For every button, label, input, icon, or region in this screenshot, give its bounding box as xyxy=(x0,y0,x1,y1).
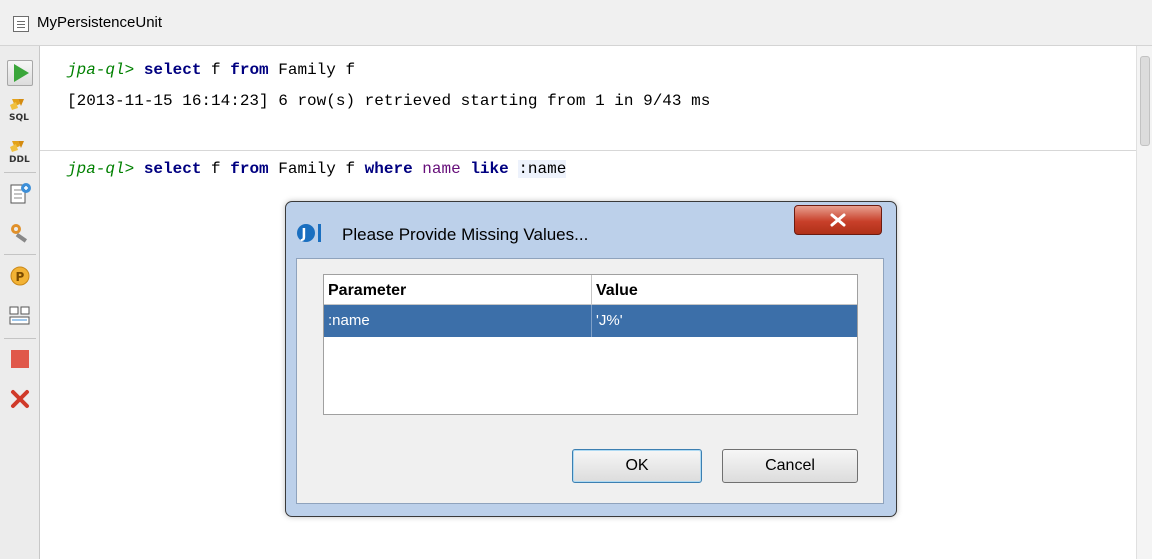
missing-values-dialog: J Please Provide Missing Values... Param… xyxy=(285,201,897,517)
result-line: [2013-11-15 16:14:23] 6 row(s) retrieved… xyxy=(67,92,710,110)
settings-icon[interactable] xyxy=(7,220,33,246)
dialog-title: Please Provide Missing Values... xyxy=(342,225,589,244)
output-divider xyxy=(40,150,1136,151)
query-text: Family f xyxy=(268,61,356,79)
value-cell[interactable]: 'J%' xyxy=(592,305,857,337)
result-text: [2013-11-15 16:14:23] 6 row(s) retrieved… xyxy=(67,92,711,110)
keyword: like xyxy=(470,160,509,178)
prompt: jpa-ql> xyxy=(67,61,135,79)
keyword: from xyxy=(230,160,269,178)
ddl-icon[interactable]: DDL xyxy=(7,138,33,164)
column-header-parameter[interactable]: Parameter xyxy=(324,275,592,305)
svg-text:J: J xyxy=(301,227,307,242)
svg-text:DDL: DDL xyxy=(9,155,30,164)
query-text: f xyxy=(201,160,231,178)
parameters-icon[interactable]: P xyxy=(7,263,33,289)
prompt: jpa-ql> xyxy=(67,160,135,178)
stop-icon[interactable] xyxy=(7,346,33,372)
query-text: f xyxy=(201,61,231,79)
console-toolbar: SQL DDL P xyxy=(0,46,40,559)
table-row[interactable]: :name 'J%' xyxy=(324,305,857,337)
keyword: select xyxy=(143,160,202,178)
close-icon[interactable] xyxy=(7,386,33,412)
dialog-close-button[interactable] xyxy=(794,205,882,235)
ok-button[interactable]: OK xyxy=(572,449,702,483)
query-line-1: jpa-ql> select f from Family f xyxy=(67,61,355,79)
parameters-table[interactable]: Parameter Value :name 'J%' xyxy=(323,274,858,415)
layout-icon[interactable] xyxy=(7,302,33,328)
query-text: Family f xyxy=(268,160,365,178)
console-icon xyxy=(13,16,29,32)
title-bar: MyPersistenceUnit xyxy=(0,0,1152,46)
scrollbar-thumb[interactable] xyxy=(1140,56,1150,146)
intellij-logo-icon: J xyxy=(296,222,326,244)
keyword: select xyxy=(143,61,202,79)
keyword: from xyxy=(230,61,269,79)
export-icon[interactable] xyxy=(7,180,33,206)
cancel-button[interactable]: Cancel xyxy=(722,449,858,483)
column-header-value[interactable]: Value xyxy=(592,275,857,305)
field-name: name xyxy=(422,160,461,178)
window-title: MyPersistenceUnit xyxy=(37,14,163,31)
query-line-2[interactable]: jpa-ql> select f from Family f where nam… xyxy=(67,160,567,178)
svg-text:SQL: SQL xyxy=(9,113,29,122)
vertical-scrollbar[interactable] xyxy=(1136,46,1152,559)
close-x-icon xyxy=(830,213,846,227)
keyword: where xyxy=(364,160,413,178)
parameter-cell[interactable]: :name xyxy=(324,305,592,337)
svg-text:P: P xyxy=(16,270,25,284)
run-icon[interactable] xyxy=(7,60,33,86)
named-parameter: :name xyxy=(518,160,567,178)
dialog-body: Parameter Value :name 'J%' OK Cancel xyxy=(296,258,884,504)
sql-icon[interactable]: SQL xyxy=(7,96,33,122)
